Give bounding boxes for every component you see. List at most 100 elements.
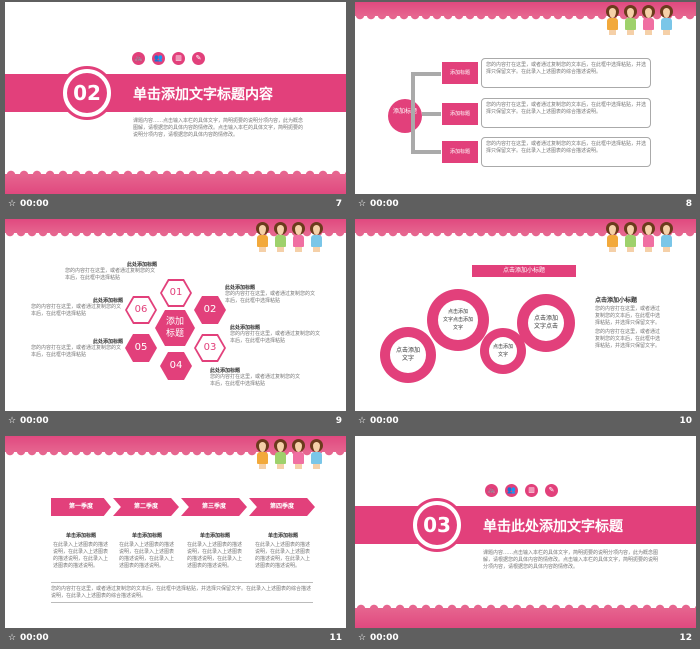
chart-icon: ▥ — [172, 52, 185, 65]
quarter-chevron: 第一季度 — [51, 498, 111, 516]
hex-01: 01 — [160, 279, 192, 307]
slide-caption: ☆ 00:00 7 — [5, 194, 346, 214]
text-block: 此处添加标题 您的内容打在这里，或者通过复制您的文本后，在此框中选择粘贴 — [31, 339, 123, 358]
text-block: 此处添加标题 您的内容打在这里，或者通过复制您的文本后，在此框中选择粘贴 — [225, 285, 316, 304]
quarter-chevron: 第四季度 — [249, 498, 315, 516]
gear-icon: 点击添加 文字 — [383, 330, 433, 380]
hex-03: 03 — [194, 334, 226, 362]
text-block: 此处添加标题 您的内容打在这里，或者通过复制您的文本后，在此框中选择粘贴 — [230, 325, 321, 344]
section-number: 03 — [417, 505, 457, 545]
gear-icon: 点击添加 文字 — [483, 331, 523, 371]
book-icon: ✎ — [192, 52, 205, 65]
hex-04: 04 — [160, 352, 192, 380]
slide-cell-10[interactable]: 点击添加小标题 点击添加 文字 点击添加 文字点击添加 文字 点击添加 文字 点… — [355, 219, 696, 431]
slide-timing: 00:00 — [20, 633, 49, 643]
slide-cell-11[interactable]: 第一季度 第二季度 第三季度 第四季度 单击添加标题 在此录入上述图表的描述说明… — [5, 436, 346, 648]
chart-icon: ▥ — [525, 484, 538, 497]
section-title: 单击添加文字标题内容 — [133, 87, 273, 103]
connector-line — [411, 72, 441, 76]
slide-cell-12[interactable]: 🚲 👥 ▥ ✎ 03 单击此处添加文字标题 课题内容……点击输入本栏的具体文字，… — [355, 436, 696, 648]
kids-illustration — [600, 5, 690, 39]
gear-icon: 点击添加 文字点击添加 文字 — [430, 292, 486, 348]
kids-illustration — [250, 439, 340, 473]
connector-line — [422, 112, 441, 116]
star-icon: ☆ — [8, 633, 17, 643]
hex-02: 02 — [194, 296, 226, 324]
step-text-box: 您的内容打在这里，或者通过复制您的文本后，在此框中选择粘贴，并选择只保留文字。在… — [481, 58, 651, 88]
star-icon: ☆ — [358, 199, 367, 209]
step-label: 添加标题 — [442, 103, 478, 125]
section-number-badge: 02 — [60, 66, 114, 120]
step-text: 您的内容打在这里，或者通过复制您的文本后，在此框中选择粘贴，并选择只保留文字。在… — [486, 62, 647, 75]
quarter-column: 单击添加标题 在此录入上述图表的描述说明，在此录入上述图表的描述说明，在此录入上… — [53, 533, 109, 569]
slide-cell-9[interactable]: 添加 标题 01 02 03 04 05 06 此处添加标题 您的内容打在这里，… — [5, 219, 346, 431]
slide-caption: ☆ 00:00 11 — [5, 628, 346, 648]
people-icon: 👥 — [152, 52, 165, 65]
step-label: 添加标题 — [442, 141, 478, 163]
section-title: 单击此处添加文字标题 — [483, 519, 623, 535]
connector-line — [411, 150, 441, 154]
slide-caption: ☆ 00:00 10 — [355, 411, 696, 431]
text-block: 此处添加标题 您的内容打在这里，或者通过复制您的文本后，在此框中选择粘贴 — [65, 262, 157, 281]
slide-cell-8[interactable]: 添加标题 添加标题 添加标题 添加标题 您的内容打在这里，或者通过复制您的文本后… — [355, 2, 696, 214]
text-block: 此处添加标题 您的内容打在这里，或者通过复制您的文本后，在此框中选择粘贴 — [31, 298, 123, 317]
torn-band-bottom — [5, 167, 346, 194]
slide-caption: ☆ 00:00 8 — [355, 194, 696, 214]
step-text: 您的内容打在这里，或者通过复制您的文本后，在此框中选择粘贴，并选择只保留文字。在… — [486, 141, 647, 154]
star-icon: ☆ — [8, 416, 17, 426]
slide-caption: ☆ 00:00 9 — [5, 411, 346, 431]
quarter-column: 单击添加标题 在此录入上述图表的描述说明，在此录入上述图表的描述说明，在此录入上… — [119, 533, 175, 569]
bike-icon: 🚲 — [132, 52, 145, 65]
star-icon: ☆ — [358, 416, 367, 426]
gear-icon: 点击添加 文字点击 — [520, 297, 572, 349]
hex-06: 06 — [125, 296, 157, 324]
quarter-chevron: 第三季度 — [181, 498, 247, 516]
slide-timing: 00:00 — [370, 633, 399, 643]
quarter-chevron: 第二季度 — [113, 498, 179, 516]
people-icon: 👥 — [505, 484, 518, 497]
step-text: 您的内容打在这里，或者通过复制您的文本后，在此框中选择粘贴，并选择只保留文字。在… — [486, 102, 647, 115]
slide-number: 10 — [679, 416, 692, 426]
slide-9[interactable]: 添加 标题 01 02 03 04 05 06 此处添加标题 您的内容打在这里，… — [5, 219, 346, 411]
slide-timing: 00:00 — [370, 199, 399, 209]
side-text: 点击添加小标题 您的内容打在这里，或者通过复制您的文本后，在此框中选择粘贴，并选… — [595, 297, 661, 349]
slide-7[interactable]: 🚲 👥 ▥ ✎ 02 单击添加文字标题内容 课题内容……点击输入本栏的具体文字，… — [5, 2, 346, 194]
star-icon: ☆ — [8, 199, 17, 209]
divider — [51, 602, 313, 603]
connector-line — [411, 72, 415, 154]
subtitle-bar: 点击添加小标题 — [472, 265, 576, 277]
section-number-badge: 03 — [410, 498, 464, 552]
kids-illustration — [600, 222, 690, 256]
center-title-circle: 添加标题 — [388, 99, 422, 133]
slide-number: 12 — [679, 633, 692, 643]
star-icon: ☆ — [358, 633, 367, 643]
quarter-column: 单击添加标题 在此录入上述图表的描述说明，在此录入上述图表的描述说明，在此录入上… — [187, 533, 243, 569]
slide-timing: 00:00 — [20, 416, 49, 426]
text-block: 此处添加标题 您的内容打在这里，或者通过复制您的文本后，在此框中选择粘贴 — [210, 368, 301, 387]
book-icon: ✎ — [545, 484, 558, 497]
slide-12[interactable]: 🚲 👥 ▥ ✎ 03 单击此处添加文字标题 课题内容……点击输入本栏的具体文字，… — [355, 436, 696, 628]
slide-timing: 00:00 — [20, 199, 49, 209]
slide-caption: ☆ 00:00 12 — [355, 628, 696, 648]
section-body: 课题内容……点击输入本栏的具体文字，简明扼要的说明分项内容，此为概念图解，请根据… — [483, 550, 659, 570]
hex-05: 05 — [125, 334, 157, 362]
section-body: 课题内容……点击输入本栏的具体文字，简明扼要的说明分项内容，此为概念图解，请根据… — [133, 118, 304, 138]
slide-11[interactable]: 第一季度 第二季度 第三季度 第四季度 单击添加标题 在此录入上述图表的描述说明… — [5, 436, 346, 628]
step-text-box: 您的内容打在这里，或者通过复制您的文本后，在此框中选择粘贴，并选择只保留文字。在… — [481, 137, 651, 167]
slide-8[interactable]: 添加标题 添加标题 添加标题 添加标题 您的内容打在这里，或者通过复制您的文本后… — [355, 2, 696, 194]
step-text-box: 您的内容打在这里，或者通过复制您的文本后，在此框中选择粘贴，并选择只保留文字。在… — [481, 98, 651, 128]
bike-icon: 🚲 — [485, 484, 498, 497]
footer-text: 您的内容打在这里，或者通过复制您的文本后，在此框中选择粘贴，并选择只保留文字。在… — [51, 586, 312, 599]
slide-number: 9 — [335, 416, 342, 426]
slide-number: 7 — [335, 199, 342, 209]
slide-number: 11 — [329, 633, 342, 643]
slide-cell-7[interactable]: 🚲 👥 ▥ ✎ 02 单击添加文字标题内容 课题内容……点击输入本栏的具体文字，… — [5, 2, 346, 214]
slide-10[interactable]: 点击添加小标题 点击添加 文字 点击添加 文字点击添加 文字 点击添加 文字 点… — [355, 219, 696, 411]
section-number: 02 — [67, 73, 107, 113]
slide-number: 8 — [685, 199, 692, 209]
quarter-column: 单击添加标题 在此录入上述图表的描述说明，在此录入上述图表的描述说明，在此录入上… — [255, 533, 311, 569]
step-label: 添加标题 — [442, 62, 478, 84]
divider — [51, 582, 313, 583]
kids-illustration — [250, 222, 340, 256]
center-hex: 添加 标题 — [155, 310, 195, 346]
